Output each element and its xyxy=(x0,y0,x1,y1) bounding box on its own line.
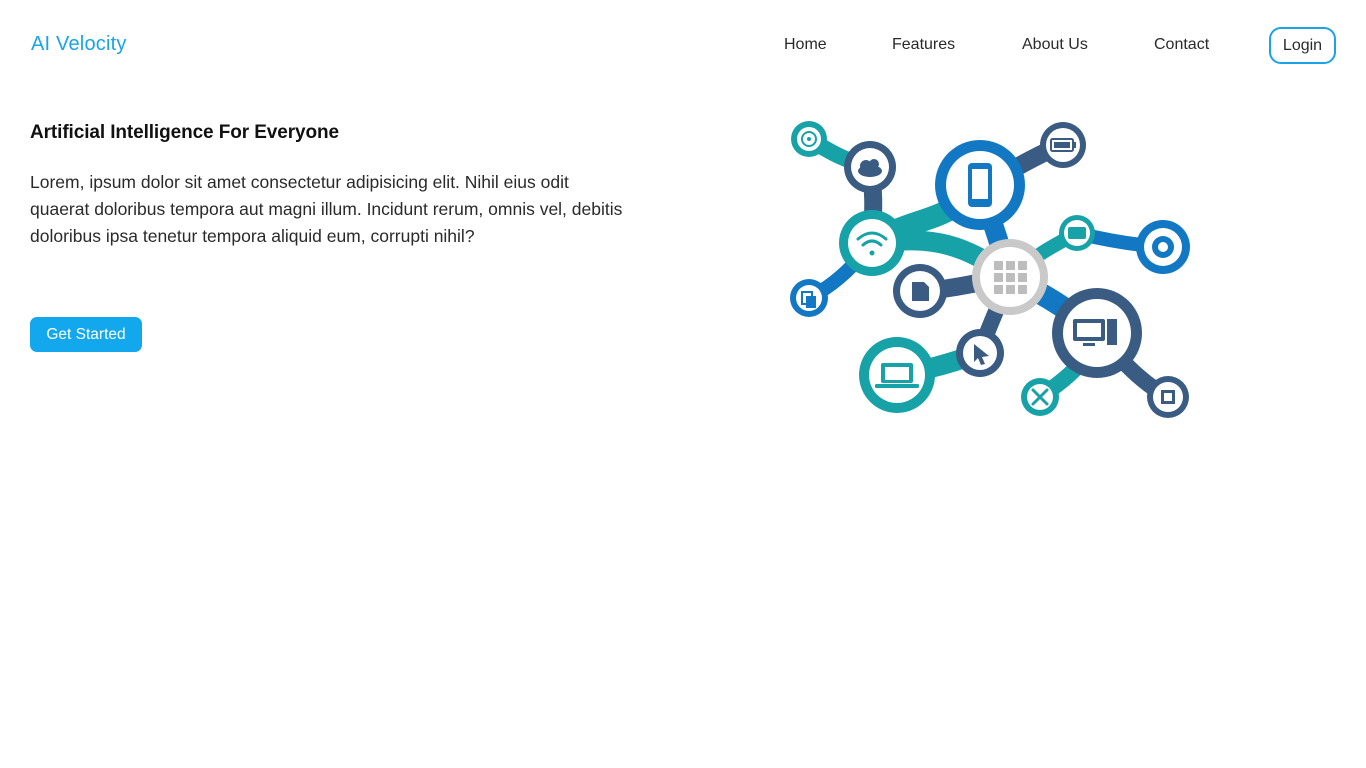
nav-link-home[interactable]: Home xyxy=(784,36,827,54)
nav-link-features[interactable]: Features xyxy=(892,36,955,54)
keyboard-icon xyxy=(1068,227,1086,239)
hero-title: Artificial Intelligence For Everyone xyxy=(30,122,339,143)
nav-link-about-us[interactable]: About Us xyxy=(1022,36,1088,54)
gear-icon xyxy=(1152,236,1174,258)
hero-description: Lorem, ipsum dolor sit amet consectetur … xyxy=(30,172,623,246)
get-started-button[interactable]: Get Started xyxy=(30,317,142,352)
technology-network-illustration xyxy=(790,121,1190,418)
nav-links: Home Features About Us Contact xyxy=(0,0,1366,90)
navbar: AI Velocity Home Features About Us Conta… xyxy=(0,0,1366,90)
nav-link-contact[interactable]: Contact xyxy=(1154,36,1209,54)
hero-section: Artificial Intelligence For Everyone Lor… xyxy=(30,122,630,250)
login-button[interactable]: Login xyxy=(1269,27,1336,64)
grid-icon xyxy=(994,261,1027,294)
chip-icon xyxy=(1161,390,1175,404)
laptop-icon xyxy=(875,363,919,388)
sd-card-icon xyxy=(912,282,929,301)
smartphone-icon xyxy=(968,163,992,207)
